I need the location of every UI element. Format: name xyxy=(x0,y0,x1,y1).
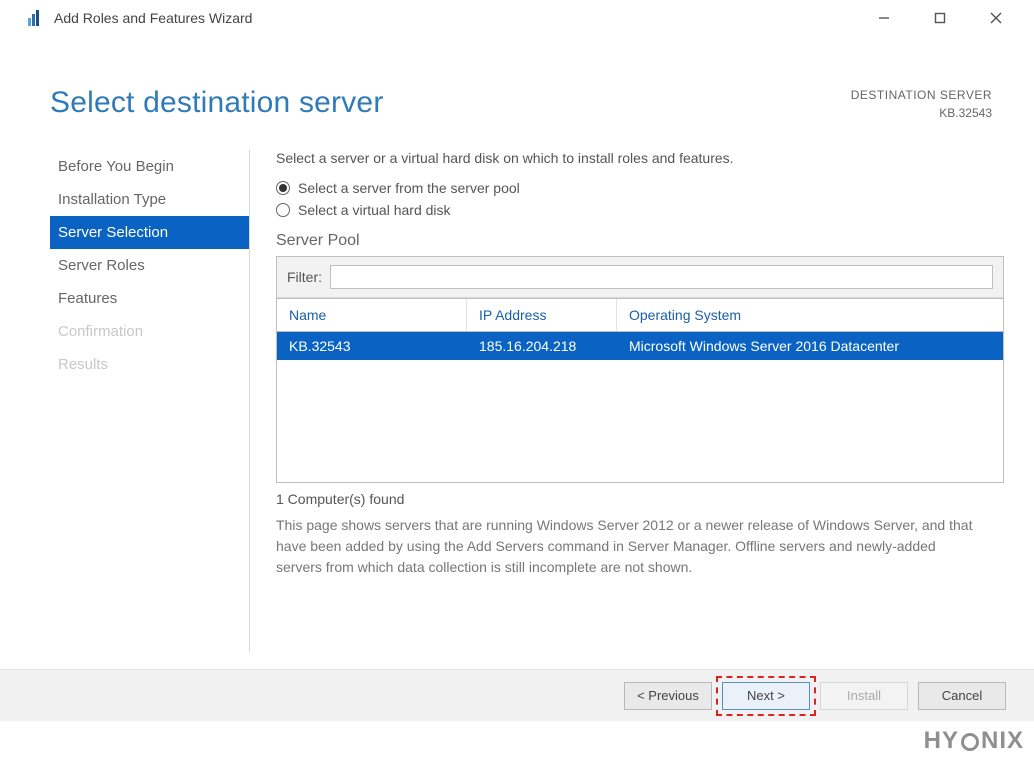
titlebar: Add Roles and Features Wizard xyxy=(0,0,1034,36)
install-button: Install xyxy=(820,682,908,710)
filter-row: Filter: xyxy=(277,257,1003,298)
sidebar-item-before-you-begin[interactable]: Before You Begin xyxy=(50,150,249,183)
radio-label: Select a server from the server pool xyxy=(298,180,520,196)
cancel-button[interactable]: Cancel xyxy=(918,682,1006,710)
filter-input[interactable] xyxy=(330,265,993,289)
window-controls xyxy=(868,4,1026,32)
footnote-text: This page shows servers that are running… xyxy=(276,515,976,578)
page-title: Select destination server xyxy=(50,86,384,120)
window-title: Add Roles and Features Wizard xyxy=(54,10,252,26)
maximize-button[interactable] xyxy=(924,4,956,32)
previous-button[interactable]: < Previous xyxy=(624,682,712,710)
destination-name: KB.32543 xyxy=(851,104,992,122)
cell-ip: 185.16.204.218 xyxy=(467,332,617,360)
sidebar-item-label: Features xyxy=(58,290,117,307)
wizard-button-bar: < Previous Next > Install Cancel xyxy=(0,669,1034,721)
server-pool-label: Server Pool xyxy=(276,232,1004,250)
radio-label: Select a virtual hard disk xyxy=(298,202,451,218)
watermark: HY NIX xyxy=(924,727,1024,755)
filter-label: Filter: xyxy=(287,269,322,285)
computers-found-text: 1 Computer(s) found xyxy=(276,491,1004,507)
sidebar-item-label: Server Roles xyxy=(58,257,145,274)
sidebar-item-server-roles[interactable]: Server Roles xyxy=(50,249,249,282)
close-button[interactable] xyxy=(980,4,1012,32)
server-pool-box: Filter: Name IP Address Operating System… xyxy=(276,256,1004,483)
sidebar-item-label: Confirmation xyxy=(58,323,143,340)
content-pane: Select a server or a virtual hard disk o… xyxy=(250,150,1004,652)
radio-icon xyxy=(276,203,290,217)
column-os[interactable]: Operating System xyxy=(617,299,1003,331)
radio-icon xyxy=(276,181,290,195)
radio-server-pool[interactable]: Select a server from the server pool xyxy=(276,180,1004,196)
destination-block: DESTINATION SERVER KB.32543 xyxy=(851,86,992,122)
column-ip[interactable]: IP Address xyxy=(467,299,617,331)
minimize-button[interactable] xyxy=(868,4,900,32)
sidebar-item-label: Before You Begin xyxy=(58,158,174,175)
sidebar-item-results: Results xyxy=(50,348,249,381)
next-button[interactable]: Next > xyxy=(722,682,810,710)
sidebar-item-label: Server Selection xyxy=(58,224,168,241)
cell-os: Microsoft Windows Server 2016 Datacenter xyxy=(617,332,1003,360)
watermark-circle-icon xyxy=(961,733,979,751)
server-grid-header: Name IP Address Operating System xyxy=(277,298,1003,332)
sidebar-item-features[interactable]: Features xyxy=(50,282,249,315)
intro-text: Select a server or a virtual hard disk o… xyxy=(276,150,1004,166)
sidebar-item-installation-type[interactable]: Installation Type xyxy=(50,183,249,216)
sidebar-item-label: Installation Type xyxy=(58,191,166,208)
header: Select destination server DESTINATION SE… xyxy=(0,36,1034,132)
destination-label: DESTINATION SERVER xyxy=(851,86,992,104)
wizard-steps-sidebar: Before You Begin Installation Type Serve… xyxy=(50,150,250,652)
column-name[interactable]: Name xyxy=(277,299,467,331)
sidebar-item-server-selection[interactable]: Server Selection xyxy=(50,216,249,249)
sidebar-item-label: Results xyxy=(58,356,108,373)
watermark-post: NIX xyxy=(981,727,1024,755)
watermark-pre: HY xyxy=(924,727,959,755)
cell-name: KB.32543 xyxy=(277,332,467,360)
server-grid-body: KB.32543 185.16.204.218 Microsoft Window… xyxy=(277,332,1003,482)
server-row[interactable]: KB.32543 185.16.204.218 Microsoft Window… xyxy=(277,332,1003,360)
sidebar-item-confirmation: Confirmation xyxy=(50,315,249,348)
radio-virtual-hard-disk[interactable]: Select a virtual hard disk xyxy=(276,202,1004,218)
app-icon xyxy=(28,10,44,26)
